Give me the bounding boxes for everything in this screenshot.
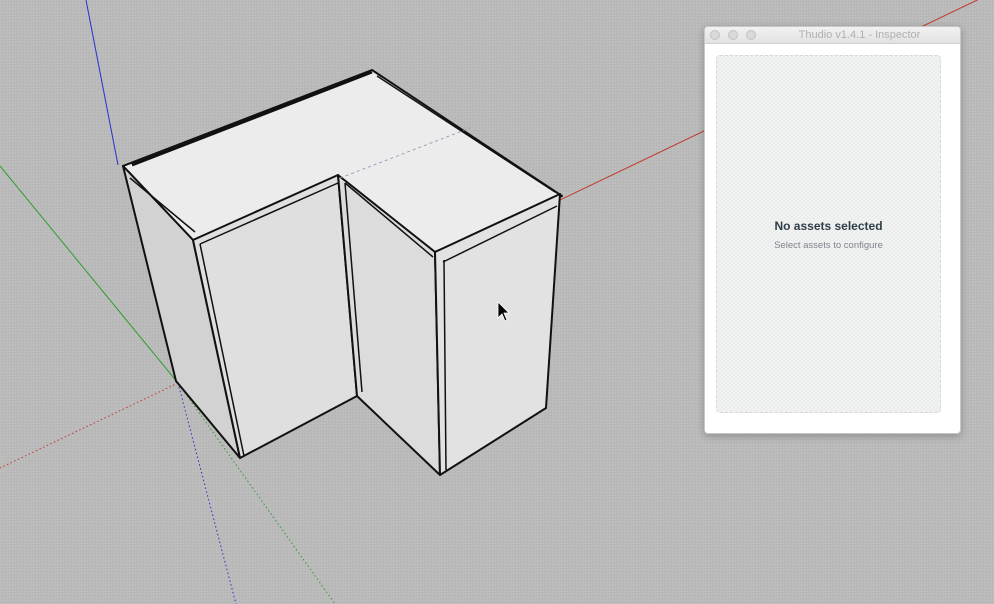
close-icon[interactable]: [710, 30, 720, 40]
empty-state-subtitle: Select assets to configure: [774, 240, 883, 251]
window-title: Thudio v1.4.1 - Inspector: [798, 29, 921, 41]
empty-state-title: No assets selected: [774, 219, 883, 233]
minimize-icon[interactable]: [728, 30, 738, 40]
maximize-icon[interactable]: [746, 30, 756, 40]
window-titlebar[interactable]: Thudio v1.4.1 - Inspector: [705, 27, 960, 44]
asset-config-panel: No assets selected Select assets to conf…: [716, 55, 941, 413]
inspector-window[interactable]: Thudio v1.4.1 - Inspector No assets sele…: [704, 26, 961, 434]
